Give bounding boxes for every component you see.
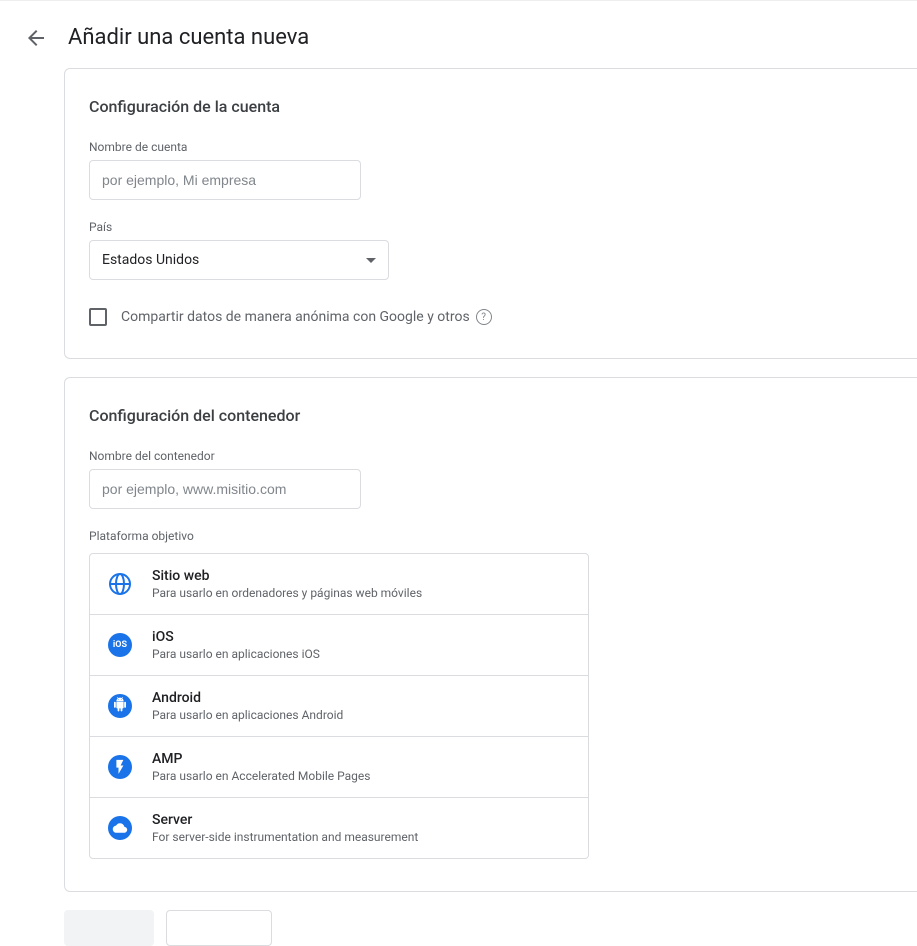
platform-web-name: Sitio web	[152, 568, 422, 584]
platform-amp-text: AMP Para usarlo en Accelerated Mobile Pa…	[152, 751, 370, 783]
platform-list: Sitio web Para usarlo en ordenadores y p…	[89, 553, 589, 859]
account-config-card: Configuración de la cuenta Nombre de cue…	[64, 68, 917, 359]
container-config-card: Configuración del contenedor Nombre del …	[64, 377, 917, 892]
create-button[interactable]	[166, 910, 272, 946]
country-select[interactable]: Estados Unidos	[89, 240, 389, 280]
platform-ios-desc: Para usarlo en aplicaciones iOS	[152, 647, 320, 661]
country-value: Estados Unidos	[102, 252, 199, 268]
share-data-checkbox[interactable]	[89, 308, 107, 326]
platform-field-group: Plataforma objetivo Sitio web Para usarl…	[89, 529, 893, 859]
platform-amp[interactable]: AMP Para usarlo en Accelerated Mobile Pa…	[90, 737, 588, 798]
platform-label: Plataforma objetivo	[89, 529, 893, 543]
platform-server-desc: For server-side instrumentation and meas…	[152, 830, 418, 844]
help-icon[interactable]: ?	[476, 309, 492, 325]
chevron-down-icon	[366, 258, 376, 263]
account-name-field-group: Nombre de cuenta	[89, 140, 893, 200]
web-icon	[108, 572, 132, 596]
platform-server-text: Server For server-side instrumentation a…	[152, 812, 418, 844]
container-name-field-group: Nombre del contenedor	[89, 449, 893, 509]
platform-amp-name: AMP	[152, 751, 370, 767]
arrow-left-icon	[24, 26, 48, 50]
platform-android[interactable]: Android Para usarlo en aplicaciones Andr…	[90, 676, 588, 737]
platform-web-desc: Para usarlo en ordenadores y páginas web…	[152, 586, 422, 600]
platform-server[interactable]: Server For server-side instrumentation a…	[90, 798, 588, 858]
platform-amp-desc: Para usarlo en Accelerated Mobile Pages	[152, 769, 370, 783]
platform-ios[interactable]: iOS iOS Para usarlo en aplicaciones iOS	[90, 615, 588, 676]
back-button[interactable]	[24, 26, 48, 50]
container-section-title: Configuración del contenedor	[89, 406, 893, 425]
share-data-label: Compartir datos de manera anónima con Go…	[121, 309, 470, 325]
platform-android-text: Android Para usarlo en aplicaciones Andr…	[152, 690, 343, 722]
android-icon	[108, 694, 132, 718]
platform-server-name: Server	[152, 812, 418, 828]
page-title: Añadir una cuenta nueva	[68, 25, 309, 50]
platform-ios-text: iOS Para usarlo en aplicaciones iOS	[152, 629, 320, 661]
share-data-row: Compartir datos de manera anónima con Go…	[89, 308, 893, 326]
platform-ios-name: iOS	[152, 629, 320, 645]
ios-icon: iOS	[108, 633, 132, 657]
country-field-group: País Estados Unidos	[89, 220, 893, 280]
platform-android-desc: Para usarlo en aplicaciones Android	[152, 708, 343, 722]
container-name-input[interactable]	[89, 469, 361, 509]
account-section-title: Configuración de la cuenta	[89, 97, 893, 116]
account-name-label: Nombre de cuenta	[89, 140, 893, 154]
platform-web-text: Sitio web Para usarlo en ordenadores y p…	[152, 568, 422, 600]
account-name-input[interactable]	[89, 160, 361, 200]
platform-android-name: Android	[152, 690, 343, 706]
amp-icon	[108, 755, 132, 779]
server-icon	[108, 816, 132, 840]
page-header: Añadir una cuenta nueva	[0, 0, 917, 68]
container-name-label: Nombre del contenedor	[89, 449, 893, 463]
cancel-button[interactable]	[64, 910, 154, 946]
country-label: País	[89, 220, 893, 234]
button-row	[64, 910, 917, 946]
platform-web[interactable]: Sitio web Para usarlo en ordenadores y p…	[90, 554, 588, 615]
